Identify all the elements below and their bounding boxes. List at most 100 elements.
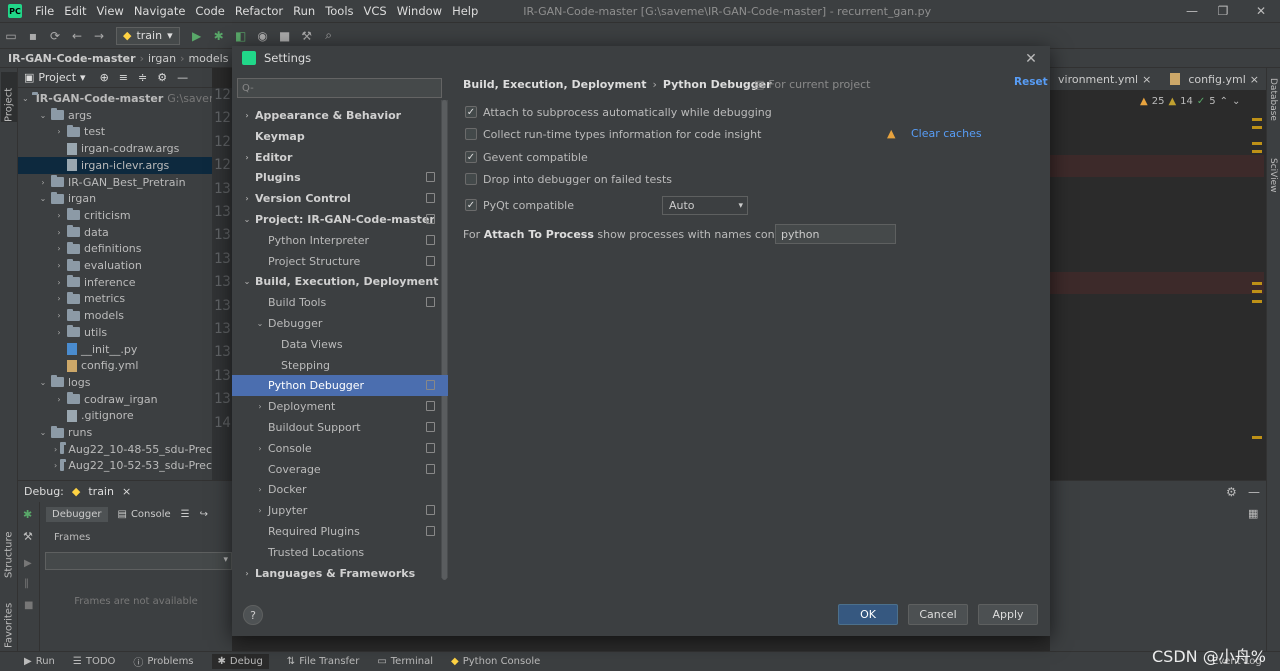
settings-nav-item[interactable]: Keymap — [232, 126, 448, 147]
settings-nav-item[interactable]: Coverage — [232, 459, 448, 480]
settings-nav-item[interactable]: › Console — [232, 438, 448, 459]
minimize-icon[interactable]: — — [1177, 0, 1207, 22]
menu-item-window[interactable]: Window — [392, 4, 447, 18]
chevron-right-icon[interactable]: › — [54, 311, 64, 320]
chevron-right-icon[interactable]: › — [255, 506, 265, 515]
window-close-icon[interactable]: ✕ — [1246, 0, 1276, 22]
editor-tab[interactable]: vironment.yml × — [1050, 73, 1159, 86]
tree-item[interactable]: ⌄ runs — [18, 424, 212, 441]
dialog-close-icon[interactable]: ✕ — [1022, 50, 1040, 68]
tree-item[interactable]: › Aug22_10-48-55_sdu-Prec — [18, 441, 212, 458]
chevron-right-icon[interactable]: › — [255, 485, 265, 494]
inspection-widget[interactable]: ▲ 25 ▲ 14 ✓ 5 ⌃ ⌄ — [1140, 94, 1264, 108]
menu-item-view[interactable]: View — [92, 4, 129, 18]
chevron-right-icon[interactable]: › — [54, 461, 57, 470]
profile-icon[interactable]: ◉ — [254, 27, 272, 45]
tree-item[interactable]: › utils — [18, 324, 212, 341]
debugger-option[interactable]: Drop into debugger on failed tests — [465, 171, 672, 187]
settings-nav-item[interactable]: Python Interpreter — [232, 230, 448, 251]
tab-debugger[interactable]: Debugger — [46, 506, 108, 522]
settings-nav-item[interactable]: Project Structure — [232, 251, 448, 272]
chevron-up-icon[interactable]: ⌃ — [1220, 96, 1228, 107]
sciview-tool-tab[interactable]: SciView — [1268, 158, 1278, 193]
reset-link[interactable]: Reset — [1014, 76, 1048, 92]
back-arrow-icon[interactable]: ← — [68, 27, 86, 45]
apply-button[interactable]: Apply — [978, 604, 1038, 625]
chevron-right-icon[interactable]: › — [54, 211, 64, 220]
open-folder-icon[interactable]: ▭ — [2, 27, 20, 45]
tab-console[interactable]: Console — [131, 509, 171, 520]
run-config-select[interactable]: ◆ train ▾ — [116, 26, 180, 45]
chevron-right-icon[interactable]: › — [54, 294, 64, 303]
chevron-right-icon[interactable]: › — [242, 111, 252, 120]
chevron-right-icon[interactable]: › — [54, 278, 64, 287]
settings-nav-item[interactable]: Plugins — [232, 167, 448, 188]
chevron-down-icon[interactable]: ⌄ — [38, 378, 48, 387]
breadcrumb-root[interactable]: IR-GAN-Code-master — [8, 52, 136, 65]
status-todo[interactable]: ☰ TODO — [73, 656, 116, 667]
menu-item-run[interactable]: Run — [288, 4, 320, 18]
gear-icon[interactable]: ⚙ — [1226, 485, 1237, 499]
chevron-right-icon[interactable]: › — [54, 244, 64, 253]
ok-button[interactable]: OK — [838, 604, 898, 625]
project-tool-tab[interactable]: Project — [1, 72, 17, 122]
chevron-right-icon[interactable]: › — [54, 261, 64, 270]
settings-nav-item[interactable]: › Docker — [232, 479, 448, 500]
forward-arrow-icon[interactable]: → — [90, 27, 108, 45]
tree-item[interactable]: › definitions — [18, 240, 212, 257]
gear-icon[interactable]: ⚙ — [157, 71, 167, 84]
tree-item[interactable]: ⌄ args — [18, 107, 212, 124]
chevron-right-icon[interactable]: › — [242, 569, 252, 578]
chevron-down-icon[interactable]: ⌄ — [242, 215, 252, 224]
status-run[interactable]: ▶ Run — [24, 656, 55, 667]
expand-all-icon[interactable]: ≑ — [138, 71, 147, 84]
restore-icon[interactable]: ❐ — [1208, 0, 1238, 22]
settings-nav-item[interactable]: Data Views — [232, 334, 448, 355]
status-file-transfer[interactable]: ⇅ File Transfer — [287, 656, 360, 667]
close-icon[interactable]: × — [1142, 73, 1151, 86]
settings-nav-item[interactable]: › Editor — [232, 147, 448, 168]
tree-item[interactable]: › codraw_irgan — [18, 391, 212, 408]
database-tool-tab[interactable]: Database — [1268, 78, 1278, 121]
resume-icon[interactable]: ▶ — [24, 558, 32, 569]
chevron-down-icon[interactable]: ⌄ — [255, 319, 265, 328]
tree-item[interactable]: › models — [18, 307, 212, 324]
coverage-icon[interactable]: ◧ — [232, 27, 250, 45]
chevron-down-icon[interactable]: ⌄ — [242, 277, 252, 286]
hide-icon[interactable]: — — [1248, 485, 1260, 499]
settings-nav-item[interactable]: ⌄ Debugger — [232, 313, 448, 334]
thread-select[interactable]: ▾ — [45, 552, 232, 570]
pause-icon[interactable]: ‖ — [24, 578, 29, 589]
sync-icon[interactable]: ⟳ — [46, 27, 64, 45]
chevron-right-icon[interactable]: › — [54, 445, 57, 454]
settings-nav-item[interactable]: ⌄ Build, Execution, Deployment — [232, 271, 448, 292]
chevron-right-icon[interactable]: › — [242, 153, 252, 162]
tree-item[interactable]: › inference — [18, 274, 212, 291]
tree-item[interactable]: ⌄ IR-GAN-Code-masterG:\saveme — [18, 90, 212, 107]
debugger-option[interactable]: Collect run-time types information for c… — [465, 126, 761, 142]
tree-item[interactable]: › criticism — [18, 207, 212, 224]
chevron-right-icon[interactable]: › — [255, 444, 265, 453]
pyqt-mode-select[interactable]: Auto ▾ — [662, 196, 748, 215]
chevron-down-icon[interactable]: ⌄ — [38, 194, 48, 203]
menu-item-navigate[interactable]: Navigate — [129, 4, 191, 18]
settings-nav-item[interactable]: › Languages & Frameworks — [232, 563, 448, 584]
chevron-down-icon[interactable]: ⌄ — [1232, 96, 1240, 107]
locate-icon[interactable]: ⊕ — [100, 71, 109, 84]
tree-item[interactable]: irgan-codraw.args — [18, 140, 212, 157]
help-button[interactable]: ? — [243, 605, 263, 625]
close-icon[interactable]: × — [122, 485, 131, 498]
checkbox-unchecked[interactable] — [465, 173, 477, 185]
breadcrumb-item[interactable]: irgan — [148, 52, 176, 65]
settings-search-input[interactable]: Q- — [237, 78, 442, 98]
status-debug[interactable]: ✱ Debug — [211, 654, 269, 669]
chevron-down-icon[interactable]: ⌄ — [38, 111, 48, 120]
tree-item[interactable]: .gitignore — [18, 407, 212, 424]
menu-item-help[interactable]: Help — [447, 4, 483, 18]
settings-nav-item[interactable]: ⌄ Project: IR-GAN-Code-master — [232, 209, 448, 230]
checkbox-checked[interactable]: ✓ — [465, 151, 477, 163]
hide-icon[interactable]: — — [177, 71, 188, 84]
settings-nav-item[interactable]: Trusted Locations — [232, 542, 448, 563]
collapse-all-icon[interactable]: ≡ — [119, 71, 128, 84]
checkbox-checked[interactable]: ✓ — [465, 199, 477, 211]
